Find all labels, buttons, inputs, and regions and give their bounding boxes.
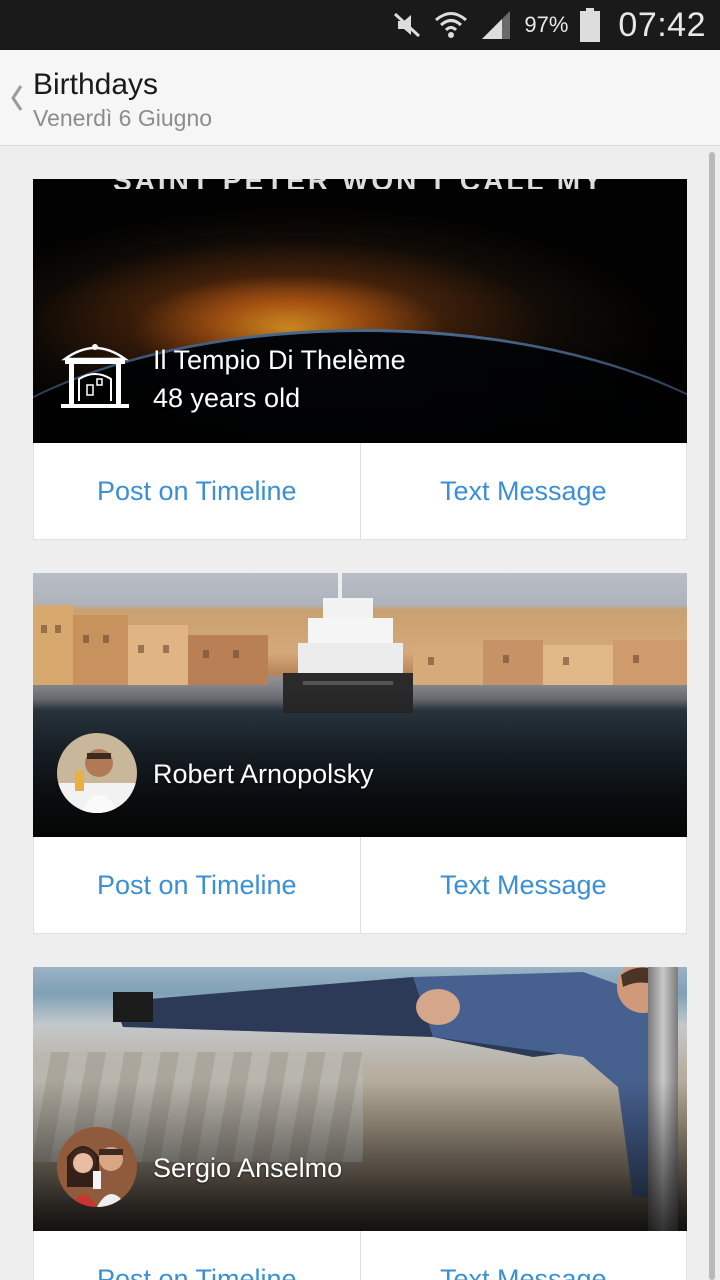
cover-photo[interactable]: Robert Arnopolsky: [33, 573, 687, 837]
text-message-button[interactable]: Text Message: [359, 837, 687, 933]
post-on-timeline-button[interactable]: Post on Timeline: [34, 837, 360, 933]
avatar[interactable]: [57, 733, 137, 813]
back-chevron-icon[interactable]: [6, 78, 28, 118]
card-actions: Post on Timeline Text Message: [33, 1231, 687, 1280]
wifi-icon: [434, 9, 468, 41]
signal-icon: [480, 9, 512, 41]
post-on-timeline-button[interactable]: Post on Timeline: [34, 1231, 360, 1280]
status-bar: 97% 07:42: [0, 0, 720, 50]
post-on-timeline-button[interactable]: Post on Timeline: [34, 443, 360, 539]
person-name[interactable]: Sergio Anselmo: [153, 1153, 342, 1184]
battery-percent: 97%: [524, 12, 569, 37]
avatar[interactable]: [57, 1127, 137, 1207]
birthday-card: Robert Arnopolsky Post on Timeline Text …: [33, 573, 687, 934]
cover-photo[interactable]: SAINT PETER WON'T CALL MY NAME Il Tempio…: [33, 179, 687, 443]
page-subtitle: Venerdì 6 Giugno: [33, 105, 213, 131]
battery-icon: [580, 8, 601, 42]
card-actions: Post on Timeline Text Message: [33, 443, 687, 540]
page-title: Birthdays: [33, 68, 159, 101]
birthday-card: SAINT PETER WON'T CALL MY NAME Il Tempio…: [33, 179, 687, 540]
avatar-photo: [57, 1127, 137, 1207]
birthday-card: Sergio Anselmo Post on Timeline Text Mes…: [33, 967, 687, 1280]
action-bar: Birthdays Venerdì 6 Giugno: [0, 50, 720, 146]
title-block[interactable]: Birthdays Venerdì 6 Giugno: [33, 68, 212, 133]
card-actions: Post on Timeline Text Message: [33, 837, 687, 934]
person-name[interactable]: Il Tempio Di Thelème: [153, 345, 406, 376]
avatar[interactable]: [57, 339, 133, 415]
person-name[interactable]: Robert Arnopolsky: [153, 759, 374, 790]
mute-icon: [392, 10, 422, 40]
person-age: 48 years old: [153, 383, 301, 413]
text-message-button[interactable]: Text Message: [359, 443, 687, 539]
avatar-photo: [57, 733, 137, 813]
cover-banner-text: SAINT PETER WON'T CALL MY NAME: [113, 179, 613, 189]
scrollbar[interactable]: [709, 152, 715, 1280]
cover-photo[interactable]: Sergio Anselmo: [33, 967, 687, 1231]
text-message-button[interactable]: Text Message: [359, 1231, 687, 1280]
temple-logo-icon: [61, 344, 129, 408]
clock: 07:42: [618, 5, 706, 44]
